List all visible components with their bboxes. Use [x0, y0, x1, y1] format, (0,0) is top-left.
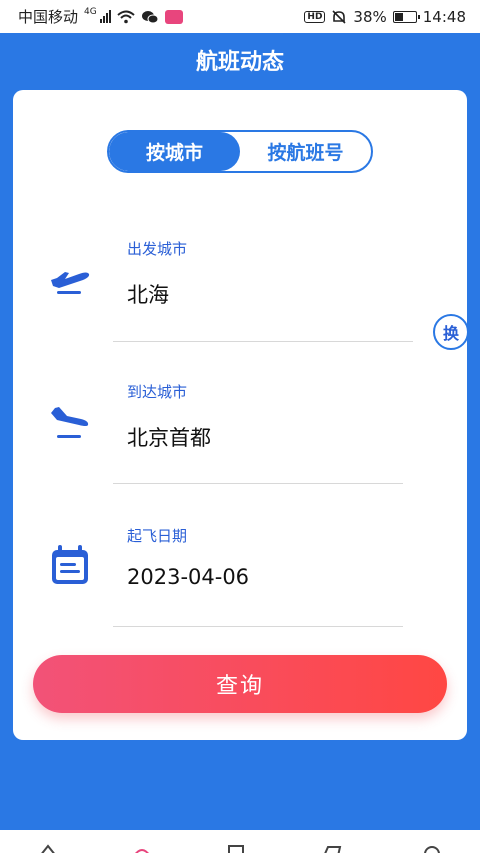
plane-takeoff-icon	[51, 272, 90, 294]
arrival-label: 到达城市	[127, 383, 188, 401]
wechat-icon	[141, 10, 159, 23]
battery-percent: 38%	[353, 7, 387, 26]
hd-icon: HD	[304, 10, 326, 23]
query-button[interactable]: 查询	[33, 655, 447, 713]
box-icon[interactable]	[322, 844, 342, 853]
profile-icon[interactable]	[422, 844, 442, 853]
network-type: 4G	[84, 6, 97, 17]
arrival-city-field[interactable]: 到达城市 北京首都	[13, 372, 467, 487]
search-mode-toggle: 按城市 按航班号	[107, 130, 373, 173]
departure-city-field[interactable]: 出发城市 北海	[13, 230, 467, 345]
clock: 14:48	[422, 7, 466, 26]
plane-landing-icon	[51, 407, 89, 438]
promo-icon[interactable]	[132, 844, 152, 853]
divider	[113, 626, 403, 627]
battery-icon	[392, 10, 420, 23]
page-title: 航班动态	[195, 50, 284, 75]
tab-by-city[interactable]: 按城市	[109, 132, 240, 171]
divider	[113, 483, 403, 484]
swap-cities-button[interactable]: 换	[433, 314, 469, 350]
calendar-icon	[52, 545, 88, 584]
signal-icon	[99, 10, 111, 23]
home-icon[interactable]	[38, 844, 58, 853]
tab-by-flight-number[interactable]: 按航班号	[240, 132, 371, 171]
divider	[113, 341, 413, 342]
arrival-value: 北京首都	[127, 426, 211, 450]
departure-value: 北海	[127, 283, 169, 307]
bottom-tab-bar	[0, 830, 480, 853]
departure-date-field[interactable]: 起飞日期 2023-04-06	[13, 515, 467, 630]
date-label: 起飞日期	[127, 527, 188, 545]
status-bar: 中国移动 4G HD 38% 14:48	[0, 0, 480, 33]
date-value: 2023-04-06	[127, 565, 250, 589]
mute-icon	[332, 9, 346, 24]
departure-label: 出发城市	[127, 240, 188, 258]
search-card: 按城市 按航班号 出发城市 北海 换 到达城市 北京首都 起飞日期 2023-0…	[13, 90, 469, 740]
carrier-name: 中国移动	[18, 8, 79, 26]
orders-icon[interactable]	[226, 844, 246, 853]
wifi-icon	[117, 10, 135, 23]
app-notification-icon	[164, 9, 183, 24]
